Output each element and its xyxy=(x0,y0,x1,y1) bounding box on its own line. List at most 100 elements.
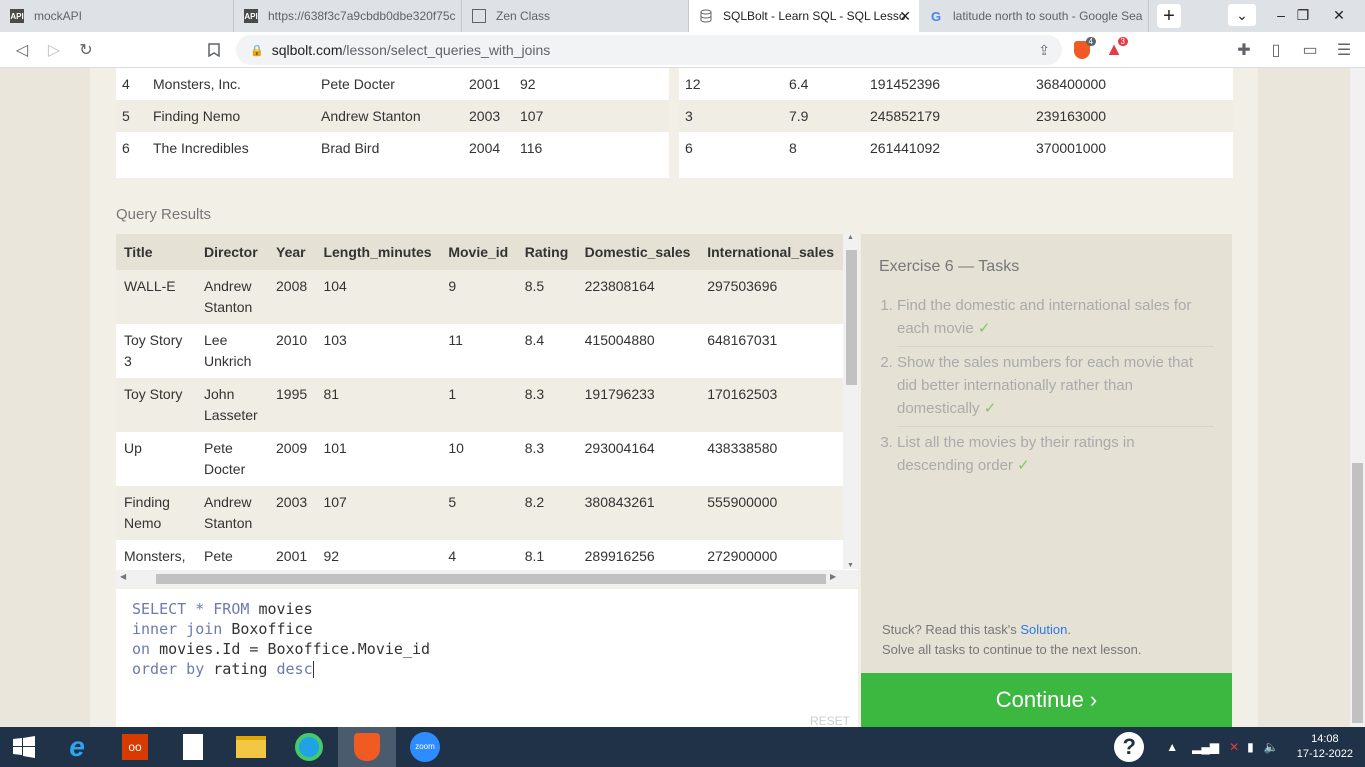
table-cell: 2004 xyxy=(469,140,501,156)
lock-icon: 🔒 xyxy=(250,44,264,57)
back-icon[interactable]: ◁ xyxy=(6,34,38,66)
table-cell: 103 xyxy=(323,332,347,348)
table-cell: 8.2 xyxy=(524,494,545,510)
column-header: International_sales xyxy=(699,234,843,270)
help-icon[interactable]: ? xyxy=(1114,732,1145,762)
zoom-icon[interactable]: zoom xyxy=(396,727,454,767)
page-viewport: 4 Monsters, Inc. Pete Docter 2001 92 5 Finding… xyxy=(0,68,1365,727)
lesson-content: 4 Monsters, Inc. Pete Docter 2001 92 5 Finding… xyxy=(90,68,1258,727)
sql-identifier: rating xyxy=(213,660,277,678)
extensions-icon[interactable]: ✚ xyxy=(1228,34,1260,66)
scrollbar-thumb[interactable] xyxy=(1352,463,1363,723)
clock[interactable]: 14:08 17-12-2022 xyxy=(1285,732,1365,762)
table-cell: 116 xyxy=(520,140,543,156)
table-cell: 293004164 xyxy=(584,440,655,456)
solution-link[interactable]: Solution xyxy=(1020,622,1067,637)
table-cell: 170162503 xyxy=(707,386,778,402)
brave-rewards-icon[interactable]: ▲ 3 xyxy=(1098,34,1130,66)
table-row: Up Pete Docter 2009 101 10 8.3 293004164 438338… xyxy=(116,432,843,486)
tab-mockapi[interactable]: API mockAPI xyxy=(0,0,234,32)
table-cell: 239163000 xyxy=(1036,108,1107,124)
results-vertical-scrollbar[interactable]: ▲ ▼ xyxy=(843,234,858,569)
table-cell: 107 xyxy=(323,494,347,510)
table-row: 6 8 261441092 370001000 xyxy=(679,132,1233,164)
network-icon[interactable]: ▂▄▆ xyxy=(1192,740,1219,754)
tab-google[interactable]: G latitude north to south - Google Sea xyxy=(919,0,1149,32)
brave-shields-icon[interactable]: 4 xyxy=(1066,34,1098,66)
tab-sqlbolt[interactable]: SQLBolt - Learn SQL - SQL Lesso ✕ xyxy=(689,0,919,32)
close-tab-icon[interactable]: ✕ xyxy=(899,8,911,25)
windows-taskbar: e oo zoom ? ▲ ▂▄▆ ✕ ▮ 🔈 14:08 17-12-2022 xyxy=(0,727,1365,767)
tab-title: latitude north to south - Google Sea xyxy=(953,9,1143,23)
file-icon[interactable] xyxy=(164,727,222,767)
table-cell: Finding Nemo xyxy=(124,494,170,531)
table-cell: 2001 xyxy=(469,76,501,92)
table-cell: 191452396 xyxy=(870,76,941,92)
browser-toolbar: ◁ ▷ ↻ 🔒 sqlbolt.com/lesson/select_querie… xyxy=(0,32,1365,68)
table-cell: 101 xyxy=(323,440,347,456)
table-cell: 368400000 xyxy=(1036,76,1107,92)
text-cursor xyxy=(312,661,314,678)
tab-zen-class[interactable]: Zen Class xyxy=(462,0,689,32)
bookmark-icon[interactable] xyxy=(198,34,230,66)
rewards-badge: 3 xyxy=(1117,36,1128,46)
reload-icon[interactable]: ↻ xyxy=(70,34,102,66)
sql-keyword: on xyxy=(132,640,160,658)
tab-title: https://638f3c7a9cbdb0dbe320f75c xyxy=(268,9,456,23)
file-explorer-icon[interactable] xyxy=(222,727,280,767)
table-cell: 648167031 xyxy=(707,332,778,348)
table-cell: Finding Nemo xyxy=(153,108,241,124)
internet-explorer-icon[interactable]: e xyxy=(48,727,106,767)
sql-keyword: desc xyxy=(276,660,313,678)
table-cell: 297503696 xyxy=(707,278,778,294)
exercise-tasks-panel: Exercise 6 — Tasks Find the domestic and… xyxy=(861,234,1232,673)
scrollbar-thumb[interactable] xyxy=(156,574,826,584)
table-cell: 8.5 xyxy=(524,278,545,294)
forward-icon[interactable]: ▷ xyxy=(38,34,70,66)
table-cell: 2010 xyxy=(276,332,308,348)
column-header: Domestic_sales xyxy=(576,234,700,270)
address-bar[interactable]: 🔒 sqlbolt.com/lesson/select_queries_with… xyxy=(236,35,1062,65)
task-item: Show the sales numbers for each movie th… xyxy=(897,347,1214,427)
sql-keyword: order by xyxy=(132,660,214,678)
table-cell: 5 xyxy=(122,108,130,124)
sidebar-icon[interactable]: ▯ xyxy=(1260,34,1292,66)
office-icon[interactable]: oo xyxy=(106,727,164,767)
table-cell: 8.3 xyxy=(524,440,545,456)
table-cell: 8.3 xyxy=(524,386,545,402)
tab-search-button[interactable]: ⌄ xyxy=(1228,4,1256,26)
alert-icon[interactable]: ✕ xyxy=(1229,740,1239,754)
table-cell: 7.9 xyxy=(789,108,809,124)
close-window-button[interactable]: ✕ xyxy=(1316,0,1362,30)
tab-title: SQLBolt - Learn SQL - SQL Lesso xyxy=(723,9,906,23)
mockapi-icon: API xyxy=(10,9,24,23)
table-cell: 6 xyxy=(122,140,130,156)
edge-icon[interactable] xyxy=(280,727,338,767)
table-cell: Up xyxy=(124,440,142,456)
windows-start-icon[interactable] xyxy=(0,727,48,767)
results-horizontal-scrollbar[interactable]: ◀ ▶ xyxy=(116,570,858,587)
table-cell: 555900000 xyxy=(707,494,778,510)
scrollbar-thumb[interactable] xyxy=(846,250,857,385)
page-scrollbar[interactable] xyxy=(1350,68,1365,727)
battery-icon[interactable]: ▮ xyxy=(1247,740,1254,754)
task-item: List all the movies by their ratings in … xyxy=(897,427,1214,483)
menu-icon[interactable]: ☰ xyxy=(1328,34,1360,66)
table-cell: 11 xyxy=(448,332,463,348)
table-cell: Monsters, Inc. xyxy=(153,76,241,92)
table-cell: 107 xyxy=(520,108,544,124)
share-icon[interactable]: ⇪ xyxy=(1038,42,1050,59)
brave-taskbar-icon[interactable] xyxy=(338,727,396,767)
new-tab-button[interactable]: + xyxy=(1157,4,1181,28)
database-icon xyxy=(699,9,713,23)
table-cell: 2008 xyxy=(276,278,308,294)
chevron-up-icon[interactable]: ▲ xyxy=(1166,740,1178,754)
reset-button[interactable]: RESET xyxy=(810,714,850,727)
tab-mockapi-url[interactable]: API https://638f3c7a9cbdb0dbe320f75c xyxy=(234,0,462,32)
continue-button[interactable]: Continue › xyxy=(861,673,1232,727)
mockapi-icon: API xyxy=(244,9,258,23)
sql-editor[interactable]: SELECT * FROM movies inner join Boxoffice… xyxy=(116,589,858,727)
volume-icon[interactable]: 🔈 xyxy=(1264,740,1279,754)
wallet-icon[interactable]: ▭ xyxy=(1294,34,1326,66)
table-row: Toy Story 3 Lee Unkrich 2010 103 11 8.4 415004… xyxy=(116,324,843,378)
